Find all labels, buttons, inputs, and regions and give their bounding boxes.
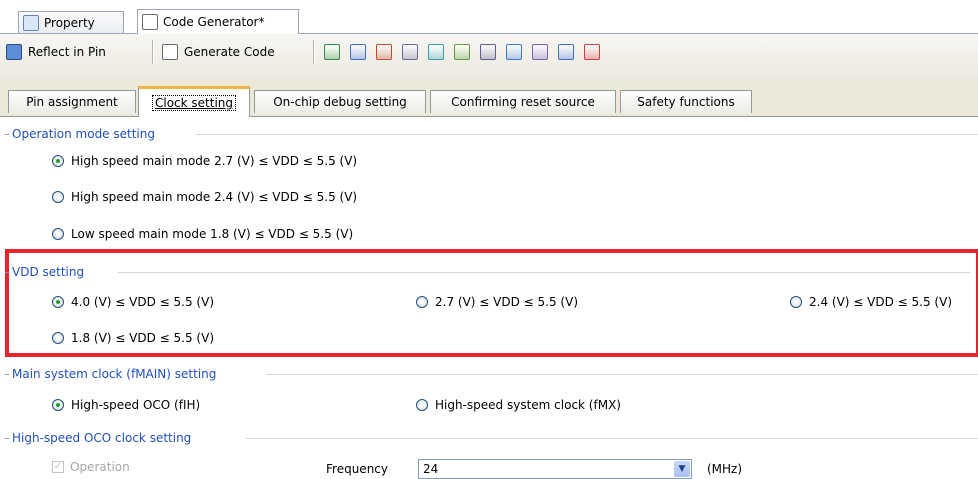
tab-clock-setting[interactable]: Clock setting (138, 86, 250, 117)
reflect-in-pin-label: Reflect in Pin (28, 45, 106, 59)
tab-safety-functions-label: Safety functions (637, 95, 735, 109)
radio-icon (52, 332, 64, 344)
radio-label: Low speed main mode 1.8 (V) ≤ VDD ≤ 5.5 … (71, 227, 354, 241)
radio-label: High-speed OCO (fIH) (71, 398, 201, 412)
timer-icon[interactable] (454, 44, 470, 60)
radio-label: High speed main mode 2.4 (V) ≤ VDD ≤ 5.5… (71, 190, 358, 204)
main-clock-title-text: Main system clock (fMAIN) setting (12, 367, 217, 381)
watchdog-icon[interactable] (480, 44, 496, 60)
tab-clock-setting-label: Clock setting (151, 95, 237, 111)
group-divider (196, 134, 978, 135)
radio-icon (52, 399, 64, 411)
tab-code-generator[interactable]: Code Generator* (137, 9, 299, 34)
tab-property[interactable]: Property (18, 11, 124, 33)
adc-icon[interactable] (428, 44, 444, 60)
tab-confirming-reset-label: Confirming reset source (451, 95, 595, 109)
tab-on-chip-debug-setting[interactable]: On-chip debug setting (254, 90, 426, 113)
radio-icon (52, 228, 64, 240)
vdd-setting-title-text: VDD setting (12, 265, 85, 279)
battery-icon[interactable] (584, 44, 600, 60)
sound-icon[interactable] (532, 44, 548, 60)
operation-mode-title-text: Operation mode setting (12, 127, 155, 141)
interrupt-icon[interactable] (376, 44, 392, 60)
operation-checkbox[interactable]: ✓ Operation (52, 460, 130, 474)
rtc-icon[interactable] (506, 44, 522, 60)
vdd-setting-group-title: – VDD setting (4, 265, 85, 279)
tab-confirming-reset-source[interactable]: Confirming reset source (430, 90, 616, 113)
peripheral-icon-group (324, 44, 600, 60)
tab-pin-assignment-label: Pin assignment (26, 95, 118, 109)
generate-code-button[interactable]: Generate Code (162, 40, 275, 64)
radio-vdd-2-7[interactable]: 2.7 (V) ≤ VDD ≤ 5.5 (V) (416, 293, 578, 311)
radio-icon (416, 296, 428, 308)
frequency-unit: (MHz) (707, 462, 743, 476)
frequency-label: Frequency (326, 462, 388, 476)
generate-code-icon (162, 44, 178, 60)
toolbar-separator (313, 40, 314, 64)
chevron-down-icon[interactable]: ▼ (674, 461, 690, 477)
radio-high-speed-2-4[interactable]: High speed main mode 2.4 (V) ≤ VDD ≤ 5.5… (52, 188, 357, 206)
port-icon[interactable] (350, 44, 366, 60)
radio-vdd-2-4[interactable]: 2.4 (V) ≤ VDD ≤ 5.5 (V) (790, 293, 952, 311)
radio-icon (52, 155, 64, 167)
property-icon (23, 14, 39, 31)
radio-vdd-4-0[interactable]: 4.0 (V) ≤ VDD ≤ 5.5 (V) (52, 293, 214, 311)
radio-label: 1.8 (V) ≤ VDD ≤ 5.5 (V) (71, 331, 214, 345)
tab-code-generator-label: Code Generator* (163, 15, 265, 29)
pin-icon[interactable] (324, 44, 340, 60)
frequency-value: 24 (423, 462, 439, 476)
generate-code-label: Generate Code (184, 45, 275, 59)
radio-label: High-speed system clock (fMX) (435, 398, 621, 412)
radio-label: 2.7 (V) ≤ VDD ≤ 5.5 (V) (435, 295, 578, 309)
operation-label: Operation (70, 460, 130, 474)
reflect-in-pin-icon (6, 44, 22, 60)
reflect-in-pin-button[interactable]: Reflect in Pin (6, 40, 106, 64)
radio-label: 4.0 (V) ≤ VDD ≤ 5.5 (V) (71, 295, 214, 309)
tab-property-label: Property (44, 15, 95, 30)
code-generator-icon (142, 14, 158, 30)
radio-icon (52, 296, 64, 308)
settings-tab-strip: Pin assignment Clock setting On-chip deb… (0, 80, 978, 117)
oco-clock-title-text: High-speed OCO clock setting (12, 431, 192, 445)
document-tab-strip: Property Code Generator* (0, 0, 978, 34)
group-divider (246, 438, 978, 439)
group-divider (266, 374, 978, 375)
main-clock-group-title: – Main system clock (fMAIN) setting (4, 367, 217, 381)
radio-high-speed-2-7[interactable]: High speed main mode 2.7 (V) ≤ VDD ≤ 5.5… (52, 152, 357, 170)
dma-icon[interactable] (558, 44, 574, 60)
frequency-select[interactable]: 24 ▼ (418, 459, 692, 479)
serial-icon[interactable] (402, 44, 418, 60)
radio-high-speed-oco[interactable]: High-speed OCO (fIH) (52, 396, 200, 414)
radio-low-speed-1-8[interactable]: Low speed main mode 1.8 (V) ≤ VDD ≤ 5.5 … (52, 225, 353, 243)
checkbox-icon: ✓ (52, 461, 64, 473)
oco-clock-group-title: – High-speed OCO clock setting (4, 431, 192, 445)
toolbar: Reflect in Pin Generate Code (0, 34, 978, 81)
radio-vdd-1-8[interactable]: 1.8 (V) ≤ VDD ≤ 5.5 (V) (52, 329, 214, 347)
radio-icon (416, 399, 428, 411)
toolbar-separator (152, 40, 153, 64)
radio-icon (52, 191, 64, 203)
radio-label: 2.4 (V) ≤ VDD ≤ 5.5 (V) (809, 295, 952, 309)
tab-pin-assignment[interactable]: Pin assignment (8, 90, 136, 113)
operation-mode-group-title: – Operation mode setting (4, 127, 155, 141)
radio-label: High speed main mode 2.7 (V) ≤ VDD ≤ 5.5… (71, 154, 358, 168)
tab-on-chip-debug-label: On-chip debug setting (273, 95, 407, 109)
radio-high-speed-system-clock[interactable]: High-speed system clock (fMX) (416, 396, 621, 414)
radio-icon (790, 296, 802, 308)
group-divider (118, 272, 970, 273)
tab-safety-functions[interactable]: Safety functions (620, 90, 752, 113)
